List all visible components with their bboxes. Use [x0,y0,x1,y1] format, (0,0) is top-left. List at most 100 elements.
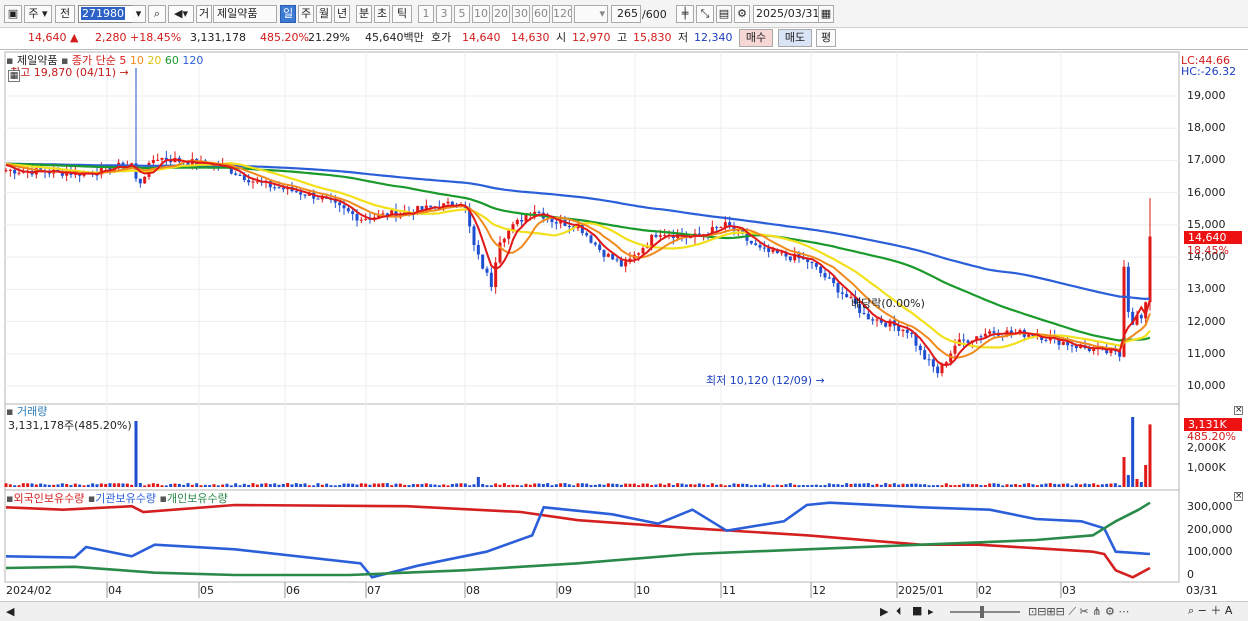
candle-body [346,208,350,212]
volume-bar [212,484,216,487]
candle-body [823,273,827,278]
candle-body [927,359,931,361]
volume-bar [455,483,459,487]
candle-body [359,219,363,221]
candle-body [299,192,303,195]
volume-bar [914,483,918,487]
volume-bar [624,483,628,487]
holdings-y-tick: 100,000 [1187,545,1233,558]
candle-body [303,194,307,196]
candle-body [619,260,623,267]
candle-body [554,222,558,224]
volume-bar [667,483,671,487]
x-axis-label: 07 [367,584,381,597]
candle-body [663,235,667,237]
candle-body [819,266,823,274]
volume-bar [710,483,714,487]
volume-bar [225,483,229,487]
candle-body [983,333,987,337]
volume-bar [34,484,38,487]
volume-bar [13,485,17,487]
candle-body [593,242,597,245]
volume-bar [238,485,242,487]
volume-bar [897,484,901,487]
x-axis-label: 08 [466,584,480,597]
scroll-right-icon[interactable]: ▶ [880,605,888,618]
volume-bar [849,483,853,487]
volume-bar [1070,485,1074,487]
price-y-tick: 12,000 [1187,314,1226,328]
close-icon[interactable]: × [1234,406,1243,415]
volume-bar [515,484,519,487]
volume-bar [593,484,597,487]
volume-bar [918,484,922,487]
volume-y-tick: 1,000K [1187,461,1226,474]
close-icon[interactable]: × [1234,492,1243,501]
volume-bar [589,485,593,487]
volume-bar [8,484,12,487]
scroll-last-icon[interactable]: ▸ [928,605,934,618]
volume-bar [338,484,342,487]
legend-ma120: 120 [182,54,204,67]
volume-bar [975,484,979,487]
volume-bar [130,484,134,487]
chart-scroll-bar[interactable]: ◀ ▶ ⏴ ■ ▸ ⊡⊟⊞⊟ ⟋ ✂ ⋔ ⚙ ⋯ ⌕ − ＋ A [0,601,1248,621]
volume-bar [836,484,840,487]
volume-bar [1126,475,1130,487]
x-axis-label: 11 [722,584,736,597]
volume-bar [411,484,415,487]
candle-body [151,160,155,163]
volume-bar [866,483,870,487]
candle-body [351,211,355,215]
candle-body [1126,266,1130,312]
candle-body [918,345,922,351]
volume-bar [299,484,303,487]
volume-bar [472,484,476,487]
candle-body [143,176,147,184]
candle-body [446,201,450,204]
volume-bar [654,484,658,487]
volume-bar [463,483,467,487]
volume-bar [563,483,567,487]
volume-bar [173,483,177,487]
candle-body [832,277,836,284]
volume-bar [983,484,987,487]
volume-bar [988,483,992,487]
volume-bar [78,484,82,487]
volume-bar [450,484,454,487]
zoom-controls-icon[interactable]: ⌕ − ＋ A [1188,604,1232,617]
zoom-slider-handle[interactable] [980,606,984,618]
stop-icon[interactable]: ■ [912,604,922,617]
volume-bar [771,485,775,487]
candle-body [962,339,966,341]
volume-bar [169,484,173,487]
zoom-slider[interactable] [950,611,1020,613]
volume-bar [247,484,251,487]
volume-bar [446,485,450,487]
volume-bar [554,484,558,487]
volume-bar [541,484,545,487]
volume-bar [203,484,207,487]
volume-bar [793,484,797,487]
volume-bar [320,484,324,487]
volume-bar [208,485,212,487]
candle-body [485,268,489,273]
candle-body [489,272,493,287]
candle-body [845,293,849,298]
x-axis-label: 10 [636,584,650,597]
volume-bar [858,483,862,487]
chart-tools-icon[interactable]: ⊡⊟⊞⊟ ⟋ ✂ ⋔ ⚙ ⋯ [1028,605,1129,618]
calendar-icon[interactable]: ▦ [8,70,20,82]
volume-bar [827,483,831,487]
candle-body [615,259,619,261]
dividend-marker: 배당락(0.00%) [851,297,925,310]
volume-bar [134,421,138,487]
volume-bar [546,483,550,487]
volume-bar [806,485,810,487]
scroll-left-icon[interactable]: ◀ [6,605,14,618]
stock-chart[interactable] [0,0,1248,601]
volume-bar [996,483,1000,487]
volume-bar [342,483,346,487]
scroll-first-icon[interactable]: ⏴ [896,605,902,618]
volume-bar [251,483,255,487]
